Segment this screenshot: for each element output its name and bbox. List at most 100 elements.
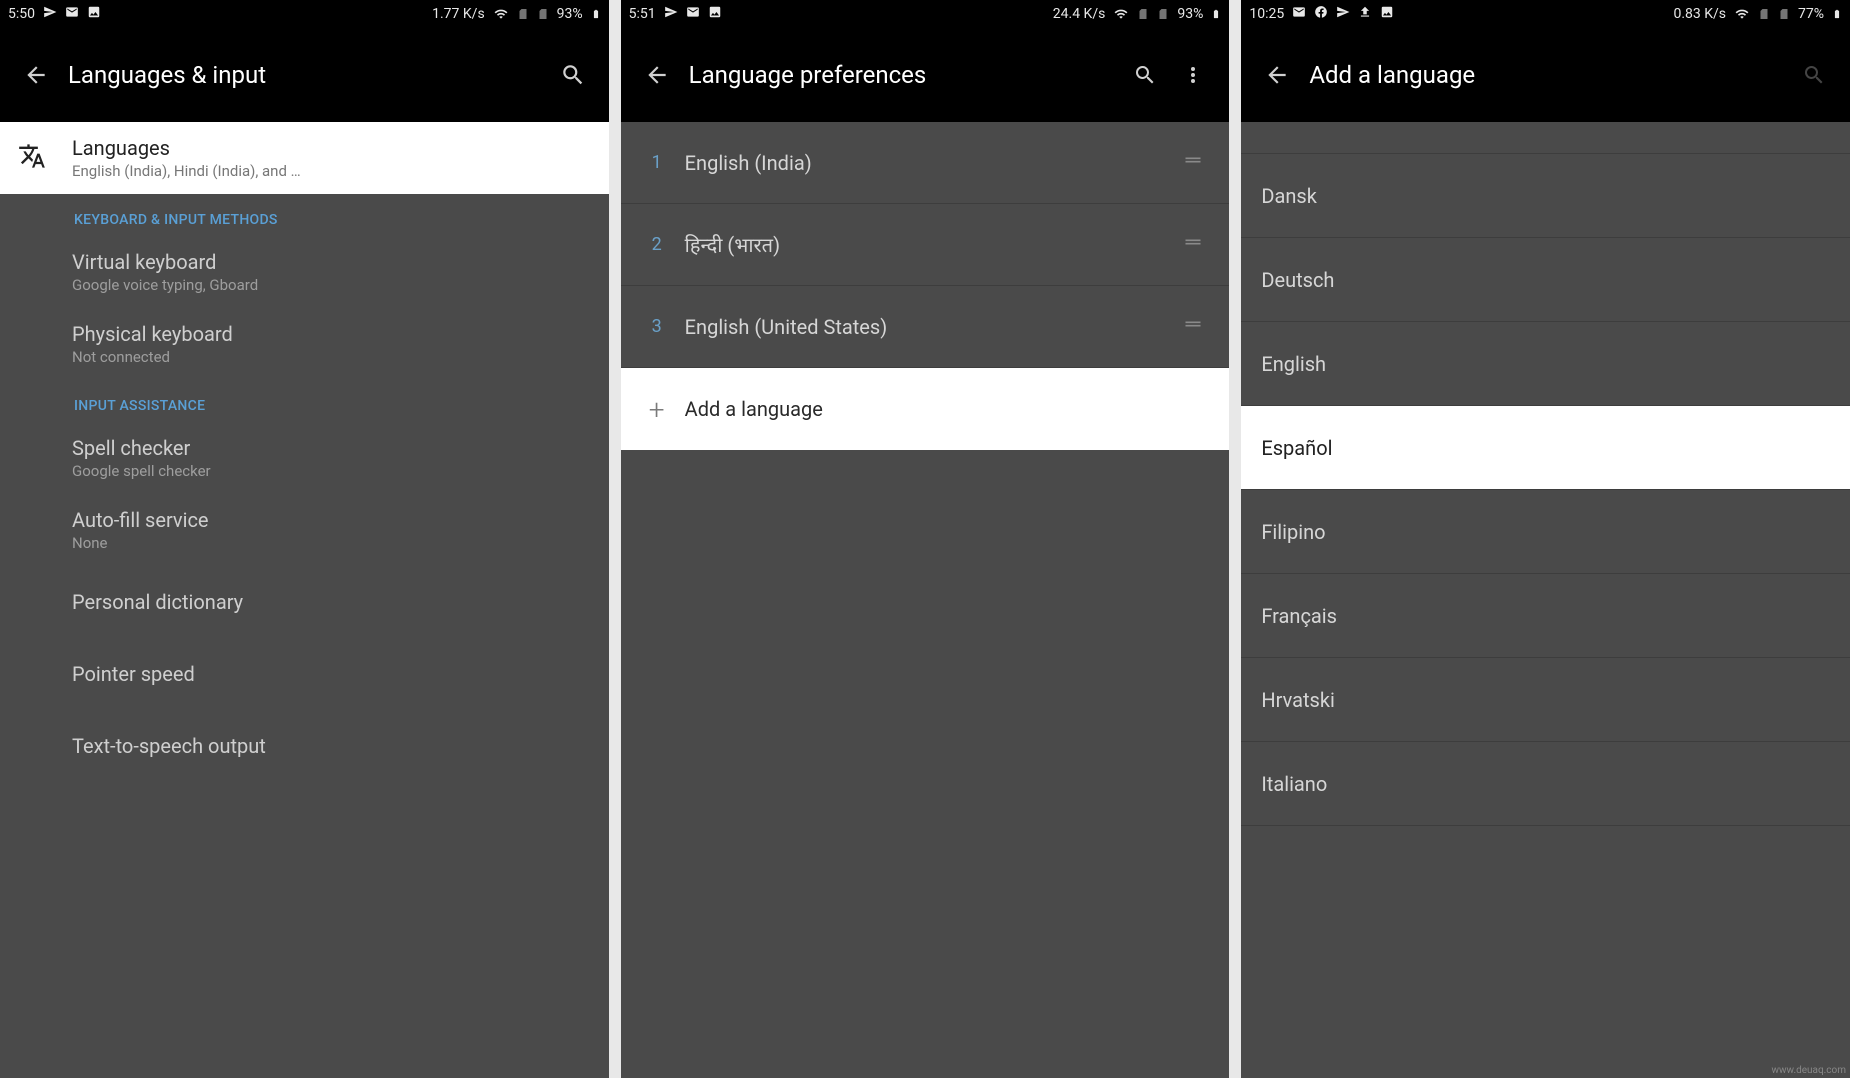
facebook-icon (1314, 5, 1328, 23)
back-button[interactable] (1253, 62, 1301, 88)
back-button[interactable] (633, 62, 681, 88)
list-peek-top (1241, 122, 1850, 154)
status-time: 5:51 (629, 6, 656, 22)
photo-icon (708, 5, 722, 23)
status-battery-pct: 93% (1177, 6, 1203, 22)
app-bar: Add a language (1241, 28, 1850, 122)
status-bar: 5:51 24.4 K/s 93% (621, 0, 1230, 28)
search-button[interactable] (1790, 63, 1838, 87)
wifi-icon (1113, 7, 1129, 21)
language-option[interactable]: Español (1241, 406, 1850, 490)
gmail-icon (686, 5, 700, 23)
language-option-label: Deutsch (1261, 268, 1334, 292)
tts-row[interactable]: Text-to-speech output (0, 710, 609, 782)
app-bar: Language preferences (621, 28, 1230, 122)
page-title: Language preferences (681, 61, 1122, 89)
language-option-label: Hrvatski (1261, 688, 1335, 712)
section-assist-header: INPUT ASSISTANCE (0, 380, 609, 422)
physical-keyboard-sub: Not connected (72, 348, 591, 366)
status-time: 5:50 (8, 6, 35, 22)
pointer-speed-title: Pointer speed (72, 662, 591, 686)
language-option[interactable]: Italiano (1241, 742, 1850, 826)
send-icon (664, 5, 678, 23)
plus-icon: + (637, 393, 677, 426)
language-name: हिन्दी (भारत) (677, 231, 1174, 258)
language-option[interactable]: Deutsch (1241, 238, 1850, 322)
physical-keyboard-title: Physical keyboard (72, 322, 591, 346)
battery-icon (1832, 6, 1842, 22)
spell-checker-sub: Google spell checker (72, 462, 591, 480)
add-language-row[interactable]: + Add a language (621, 368, 1230, 450)
language-option[interactable]: Filipino (1241, 490, 1850, 574)
drag-handle-icon[interactable] (1173, 314, 1213, 339)
status-battery-pct: 93% (557, 6, 583, 22)
drag-handle-icon[interactable] (1173, 150, 1213, 175)
screenshot-language-preferences: 5:51 24.4 K/s 93% Language preferences (621, 0, 1230, 1078)
pointer-speed-row[interactable]: Pointer speed (0, 638, 609, 710)
languages-title: Languages (72, 136, 591, 160)
search-button[interactable] (1121, 63, 1169, 87)
language-option-label: Italiano (1261, 772, 1327, 796)
wifi-icon (1734, 7, 1750, 21)
status-net-speed: 1.77 K/s (432, 6, 485, 22)
autofill-row[interactable]: Auto-fill service None (0, 494, 609, 566)
language-name: English (United States) (677, 315, 1174, 339)
virtual-keyboard-sub: Google voice typing, Gboard (72, 276, 591, 294)
autofill-title: Auto-fill service (72, 508, 591, 532)
photo-icon (1380, 5, 1394, 23)
section-keyboard-header: KEYBOARD & INPUT METHODS (0, 194, 609, 236)
language-option[interactable]: English (1241, 322, 1850, 406)
sim-icon (1137, 7, 1149, 21)
drag-handle-icon[interactable] (1173, 232, 1213, 257)
upload-icon (1358, 5, 1372, 23)
sim-icon-2 (537, 7, 549, 21)
language-option[interactable]: Hrvatski (1241, 658, 1850, 742)
send-icon (43, 5, 57, 23)
status-net-speed: 0.83 K/s (1673, 6, 1726, 22)
sim-icon (517, 7, 529, 21)
app-bar: Languages & input (0, 28, 609, 122)
autofill-sub: None (72, 534, 591, 552)
back-button[interactable] (12, 62, 60, 88)
languages-row[interactable]: Languages English (India), Hindi (India)… (0, 122, 609, 194)
language-index: 3 (637, 316, 677, 337)
language-option-label: Français (1261, 604, 1337, 628)
spell-checker-row[interactable]: Spell checker Google spell checker (0, 422, 609, 494)
language-name: English (India) (677, 151, 1174, 175)
spell-checker-title: Spell checker (72, 436, 591, 460)
physical-keyboard-row[interactable]: Physical keyboard Not connected (0, 308, 609, 380)
photo-icon (87, 5, 101, 23)
virtual-keyboard-title: Virtual keyboard (72, 250, 591, 274)
status-battery-pct: 77% (1798, 6, 1824, 22)
page-title: Add a language (1301, 61, 1790, 89)
status-bar: 5:50 1.77 K/s 93% (0, 0, 609, 28)
search-button[interactable] (549, 62, 597, 88)
status-net-speed: 24.4 K/s (1053, 6, 1106, 22)
screenshot-add-language: 10:25 0.83 K/s 77% Add a language (1241, 0, 1850, 1078)
tts-title: Text-to-speech output (72, 734, 591, 758)
sim-icon (1758, 7, 1770, 21)
language-row[interactable]: 1English (India) (621, 122, 1230, 204)
language-index: 1 (637, 152, 677, 173)
page-title: Languages & input (60, 61, 549, 89)
language-index: 2 (637, 234, 677, 255)
status-bar: 10:25 0.83 K/s 77% (1241, 0, 1850, 28)
battery-icon (1211, 6, 1221, 22)
language-option-label: Dansk (1261, 184, 1317, 208)
language-row[interactable]: 3English (United States) (621, 286, 1230, 368)
translate-icon (18, 142, 46, 174)
language-option-label: Español (1261, 436, 1332, 460)
screenshot-languages-input: 5:50 1.77 K/s 93% Languages & input (0, 0, 609, 1078)
overflow-menu-button[interactable] (1169, 63, 1217, 87)
sim-icon-2 (1157, 7, 1169, 21)
send-icon (1336, 5, 1350, 23)
language-option[interactable]: Français (1241, 574, 1850, 658)
language-option-label: Filipino (1261, 520, 1325, 544)
virtual-keyboard-row[interactable]: Virtual keyboard Google voice typing, Gb… (0, 236, 609, 308)
language-row[interactable]: 2हिन्दी (भारत) (621, 204, 1230, 286)
gmail-icon (1292, 5, 1306, 23)
language-option[interactable]: Dansk (1241, 154, 1850, 238)
languages-sub: English (India), Hindi (India), and … (72, 162, 591, 180)
wifi-icon (493, 7, 509, 21)
personal-dictionary-row[interactable]: Personal dictionary (0, 566, 609, 638)
